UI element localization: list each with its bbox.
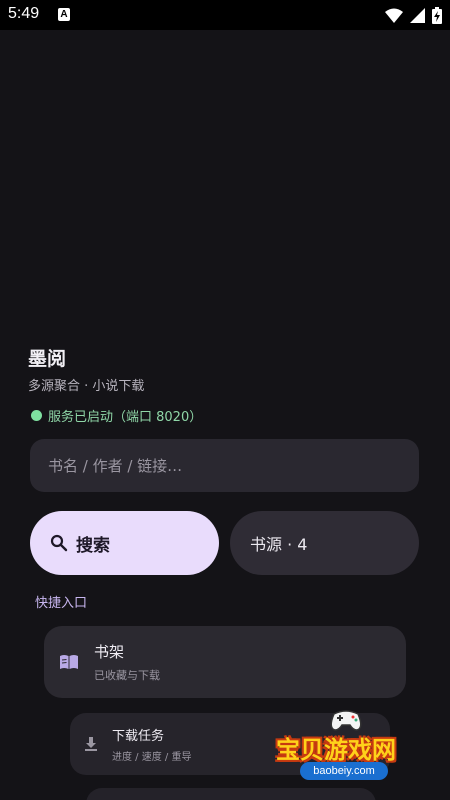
watermark-url: baobeiy.com <box>300 762 388 780</box>
book-sources-button[interactable]: 书源 · 4 <box>230 511 419 575</box>
status-bar: 5:49 A <box>0 0 450 30</box>
status-icons <box>385 6 442 24</box>
bookshelf-card-text: 书架 已收藏与下载 <box>94 641 160 683</box>
gamepad-icon <box>330 710 362 731</box>
search-button-label: 搜索 <box>76 535 110 556</box>
watermark-logo: 宝贝游戏网 baobeiy.com <box>270 704 420 782</box>
app-subtitle: 多源聚合 · 小说下载 <box>28 379 145 394</box>
quick-access-heading: 快捷入口 <box>35 596 88 611</box>
status-dot-icon <box>31 410 42 421</box>
bookshelf-subtitle: 已收藏与下载 <box>94 669 160 682</box>
partial-card[interactable] <box>86 788 376 800</box>
notification-icon: A <box>58 8 70 21</box>
search-icon <box>50 534 68 552</box>
battery-charging-icon <box>432 6 442 24</box>
search-input[interactable] <box>30 439 419 492</box>
cellular-signal-icon <box>410 7 425 23</box>
book-open-icon <box>58 651 80 673</box>
bookshelf-card[interactable]: 书架 已收藏与下载 <box>44 626 406 698</box>
app-title: 墨阅 <box>28 348 67 370</box>
download-icon <box>84 736 100 752</box>
download-tasks-subtitle: 进度 / 速度 / 重导 <box>112 752 192 763</box>
watermark-text: 宝贝游戏网 <box>276 736 396 764</box>
bookshelf-title: 书架 <box>94 643 125 661</box>
status-time: 5:49 <box>8 5 40 22</box>
search-button[interactable]: 搜索 <box>30 511 219 575</box>
service-status-text: 服务已启动（端口 8020） <box>48 410 203 425</box>
wifi-icon <box>385 8 403 23</box>
download-card-text: 下载任务 进度 / 速度 / 重导 <box>112 725 191 763</box>
book-sources-label: 书源 · 4 <box>250 535 308 554</box>
download-tasks-title: 下载任务 <box>112 729 165 744</box>
service-status: 服务已启动（端口 8020） <box>31 406 202 425</box>
